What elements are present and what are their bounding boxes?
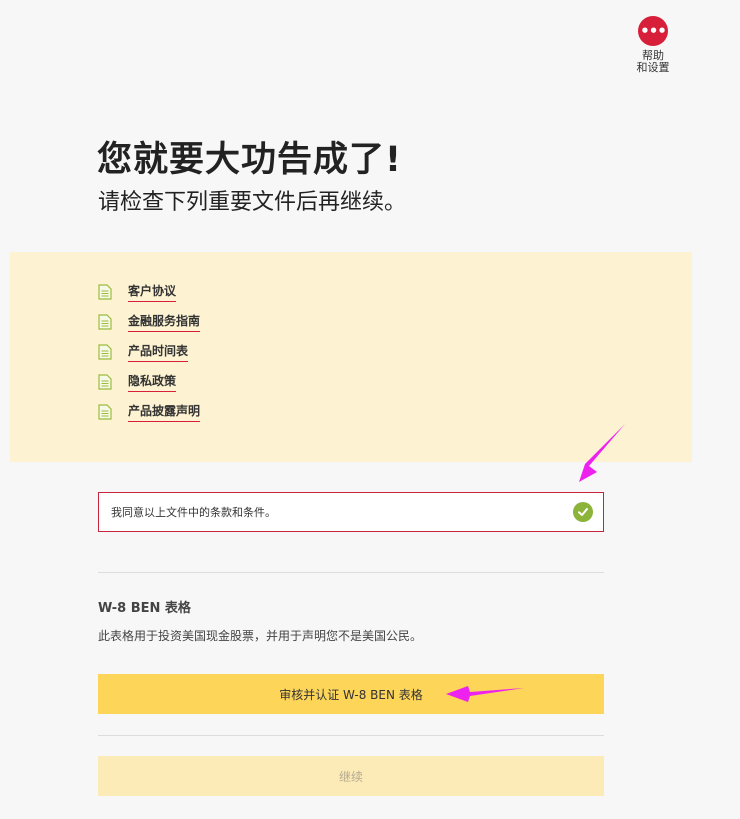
document-icon — [98, 404, 112, 420]
agreement-text: 我同意以上文件中的条款和条件。 — [111, 506, 276, 519]
document-link-financial-services-guide[interactable]: 金融服务指南 — [128, 312, 201, 332]
help-label-line2: 和设置 — [636, 61, 670, 74]
help-label: 帮助 和设置 — [637, 50, 670, 74]
document-icon — [98, 374, 112, 390]
document-icon — [98, 314, 112, 330]
document-item[interactable]: 产品披露声明 — [98, 402, 201, 422]
page-subtitle: 请检查下列重要文件后再继续。 — [98, 190, 407, 215]
more-dots-icon[interactable]: ••• — [638, 16, 668, 46]
document-item[interactable]: 客户协议 — [98, 282, 177, 302]
divider — [98, 572, 604, 573]
documents-panel: 客户协议 金融服务指南 产品时间表 隐私政策 产品披露声明 — [10, 252, 692, 462]
document-icon — [98, 284, 112, 300]
divider — [98, 735, 604, 736]
w8-section-description: 此表格用于投资美国现金股票，并用于声明您不是美国公民。 — [98, 629, 423, 643]
document-link-privacy-policy[interactable]: 隐私政策 — [128, 372, 177, 392]
document-link-product-disclosure-statement[interactable]: 产品披露声明 — [128, 402, 201, 422]
checkmark-icon[interactable] — [573, 502, 593, 522]
document-item[interactable]: 隐私政策 — [98, 372, 177, 392]
w8-section-title: W-8 BEN 表格 — [98, 601, 191, 616]
page-title: 您就要大功告成了! — [97, 140, 402, 180]
page: ••• 帮助 和设置 您就要大功告成了! 请检查下列重要文件后再继续。 客户协议 — [0, 0, 740, 819]
document-link-product-schedule[interactable]: 产品时间表 — [128, 342, 189, 362]
document-item[interactable]: 金融服务指南 — [98, 312, 201, 332]
help-and-settings-button[interactable]: ••• 帮助 和设置 — [626, 16, 680, 74]
review-w8-form-button[interactable]: 审核并认证 W-8 BEN 表格 — [98, 674, 604, 714]
agreement-checkbox[interactable]: 我同意以上文件中的条款和条件。 — [98, 492, 604, 532]
document-link-customer-agreement[interactable]: 客户协议 — [128, 282, 177, 302]
continue-button[interactable]: 继续 — [98, 756, 604, 796]
document-icon — [98, 344, 112, 360]
document-item[interactable]: 产品时间表 — [98, 342, 189, 362]
checkmark-glyph — [578, 508, 588, 516]
